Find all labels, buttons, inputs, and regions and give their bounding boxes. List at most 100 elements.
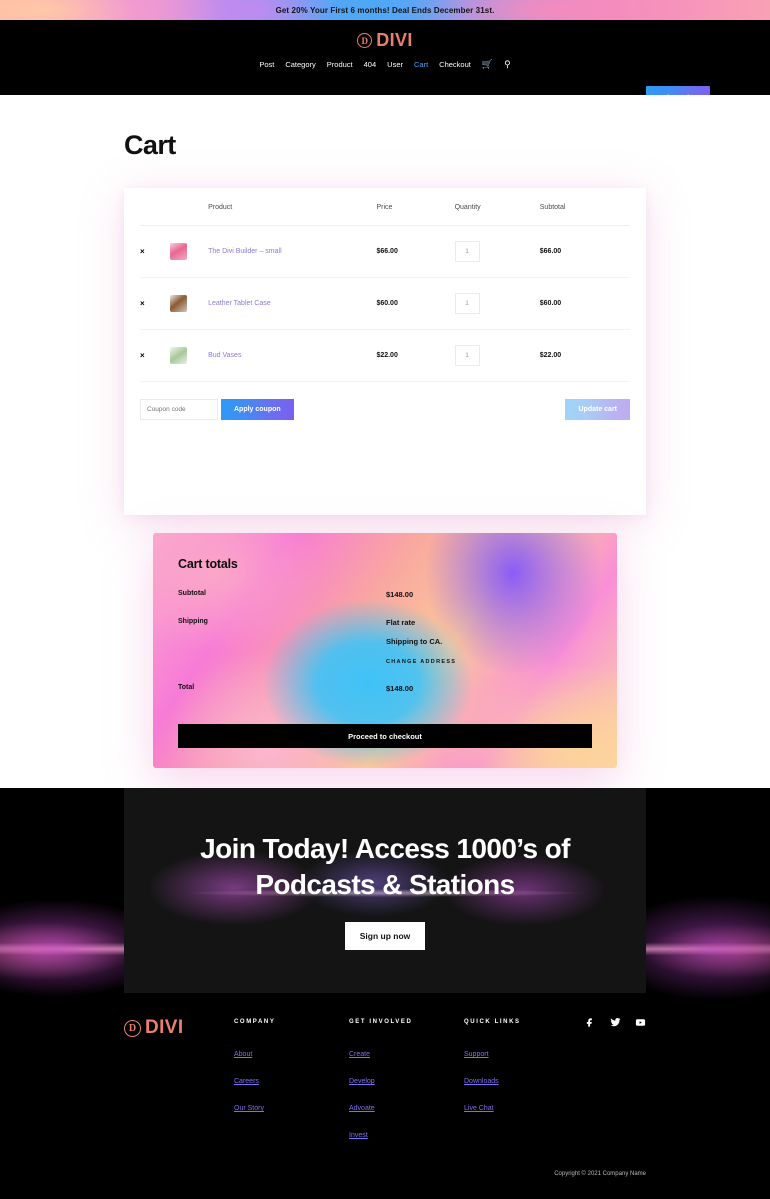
header-price: Price xyxy=(376,188,455,226)
footer-column-title: GET INVOLVED xyxy=(349,1019,413,1025)
list-item: Careers xyxy=(234,1070,349,1088)
footer-link-our-story[interactable]: Our Story xyxy=(234,1105,264,1112)
footer-brand-name: DIVI xyxy=(145,1017,184,1038)
cart-table: Product Price Quantity Subtotal × The Di… xyxy=(140,188,630,382)
footer-link-downloads[interactable]: Downloads xyxy=(464,1078,499,1085)
site-header: D DIVI Post Category Product 404 User Ca… xyxy=(0,20,770,108)
header-thumbnail xyxy=(170,188,209,226)
list-item: Create xyxy=(349,1043,464,1061)
header-logo[interactable]: D DIVI xyxy=(0,20,770,51)
product-thumbnail[interactable] xyxy=(170,243,188,260)
cart-table-header-row: Product Price Quantity Subtotal xyxy=(140,188,630,226)
product-thumbnail[interactable] xyxy=(170,295,188,312)
quantity-input[interactable] xyxy=(454,293,480,314)
list-item: Our Story xyxy=(234,1097,349,1115)
nav-item-user[interactable]: User xyxy=(387,60,403,69)
primary-navigation: Post Category Product 404 User Cart Chec… xyxy=(0,60,770,70)
quantity-input[interactable] xyxy=(454,345,480,366)
product-thumbnail[interactable] xyxy=(170,347,188,364)
footer-link-careers[interactable]: Careers xyxy=(234,1078,259,1085)
social-links xyxy=(585,1009,646,1151)
site-footer: D DIVI COMPANY About Careers Our Story G… xyxy=(124,993,646,1151)
table-row: × Leather Tablet Case $60.00 $60.00 xyxy=(140,277,630,330)
proceed-to-checkout-button[interactable]: Proceed to checkout xyxy=(178,724,592,748)
totals-total-row: Total $148.00 xyxy=(178,684,592,693)
change-address-link[interactable]: CHANGE ADDRESS xyxy=(386,659,456,665)
sign-up-now-button[interactable]: Sign up now xyxy=(345,922,425,951)
promo-banner-text: Get 20% Your First 6 months! Deal Ends D… xyxy=(275,5,495,15)
product-subtotal: $66.00 xyxy=(539,248,562,255)
update-cart-button[interactable]: Update cart xyxy=(565,399,630,420)
brand-name: DIVI xyxy=(376,30,413,50)
footer-link-support[interactable]: Support xyxy=(464,1051,489,1058)
subtotal-label: Subtotal xyxy=(178,590,206,597)
footer-link-about[interactable]: About xyxy=(234,1051,252,1058)
product-name-link[interactable]: The Divi Builder – small xyxy=(208,248,282,255)
totals-shipping-row: Shipping Flat rate Shipping to CA. CHANG… xyxy=(178,618,592,665)
footer-link-advoate[interactable]: Advoate xyxy=(349,1105,375,1112)
product-name-link[interactable]: Bud Vases xyxy=(208,352,241,359)
apply-coupon-button[interactable]: Apply coupon xyxy=(221,399,294,420)
footer-column-quick-links: QUICK LINKS Support Downloads Live Chat xyxy=(464,1009,579,1151)
coupon-row: Apply coupon Update cart xyxy=(140,382,630,420)
nav-item-checkout[interactable]: Checkout xyxy=(439,60,471,69)
cta-heading-line-2: Podcasts & Stations xyxy=(255,868,515,900)
divi-circle-d-icon: D xyxy=(124,1019,141,1037)
product-subtotal: $22.00 xyxy=(539,352,562,359)
shopping-cart-icon[interactable]: 🛒 xyxy=(482,60,493,69)
youtube-icon[interactable] xyxy=(635,1017,646,1028)
table-row: × Bud Vases $22.00 $22.00 xyxy=(140,329,630,382)
product-name-link[interactable]: Leather Tablet Case xyxy=(208,300,271,307)
remove-item-icon[interactable]: × xyxy=(140,299,145,308)
cta-heading-line-1: Join Today! Access 1000’s of xyxy=(200,832,570,864)
facebook-icon[interactable] xyxy=(585,1017,596,1028)
footer-link-live-chat[interactable]: Live Chat xyxy=(464,1105,494,1112)
product-subtotal: $60.00 xyxy=(539,300,562,307)
totals-subtotal-row: Subtotal $148.00 xyxy=(178,590,592,599)
remove-item-icon[interactable]: × xyxy=(140,351,145,360)
table-row: × The Divi Builder – small $66.00 $66.00 xyxy=(140,225,630,278)
footer-logo[interactable]: D DIVI xyxy=(124,1009,234,1151)
nav-item-post[interactable]: Post xyxy=(259,60,274,69)
remove-item-icon[interactable]: × xyxy=(140,247,145,256)
nav-item-category[interactable]: Category xyxy=(285,60,315,69)
nav-item-cart[interactable]: Cart xyxy=(414,60,428,69)
promo-banner: Get 20% Your First 6 months! Deal Ends D… xyxy=(0,0,770,20)
shipping-label: Shipping xyxy=(178,618,208,625)
main-content: Cart Product Price Quantity Subtotal × T… xyxy=(0,95,770,788)
subtotal-value: $148.00 xyxy=(386,590,414,599)
cta-heading: Join Today! Access 1000’s of Podcasts & … xyxy=(200,831,570,903)
list-item: Support xyxy=(464,1043,579,1061)
cta-panel: Join Today! Access 1000’s of Podcasts & … xyxy=(124,788,646,993)
list-item: Advoate xyxy=(349,1097,464,1115)
footer-column-company: COMPANY About Careers Our Story xyxy=(234,1009,349,1151)
footer-column-get-involved: GET INVOLVED Create Develop Advoate Inve… xyxy=(349,1009,464,1151)
divi-circle-d-icon: D xyxy=(357,33,373,48)
product-price: $22.00 xyxy=(376,352,398,359)
copyright-text: Copyright © 2021 Company Name xyxy=(554,1171,646,1177)
total-label: Total xyxy=(178,684,195,691)
nav-item-product[interactable]: Product xyxy=(327,60,353,69)
shipping-rate: Flat rate xyxy=(386,618,416,627)
footer-column-title: COMPANY xyxy=(234,1019,276,1025)
coupon-code-input[interactable] xyxy=(140,399,218,420)
nav-item-404[interactable]: 404 xyxy=(364,60,377,69)
header-subtotal: Subtotal xyxy=(539,188,630,226)
footer-link-create[interactable]: Create xyxy=(349,1051,370,1058)
list-item: Develop xyxy=(349,1070,464,1088)
cart-totals-title: Cart totals xyxy=(178,557,238,571)
list-item: Live Chat xyxy=(464,1097,579,1115)
header-remove xyxy=(140,188,171,226)
list-item: Invest xyxy=(349,1124,464,1142)
product-price: $66.00 xyxy=(376,248,398,255)
product-price: $60.00 xyxy=(376,300,398,307)
list-item: About xyxy=(234,1043,349,1061)
quantity-input[interactable] xyxy=(454,241,480,262)
footer-link-invest[interactable]: Invest xyxy=(349,1132,368,1139)
footer-link-develop[interactable]: Develop xyxy=(349,1078,375,1085)
header-product: Product xyxy=(208,188,377,226)
twitter-icon[interactable] xyxy=(610,1017,621,1028)
list-item: Downloads xyxy=(464,1070,579,1088)
search-icon[interactable]: ⚲ xyxy=(504,60,511,69)
cart-table-card: Product Price Quantity Subtotal × The Di… xyxy=(124,188,646,515)
